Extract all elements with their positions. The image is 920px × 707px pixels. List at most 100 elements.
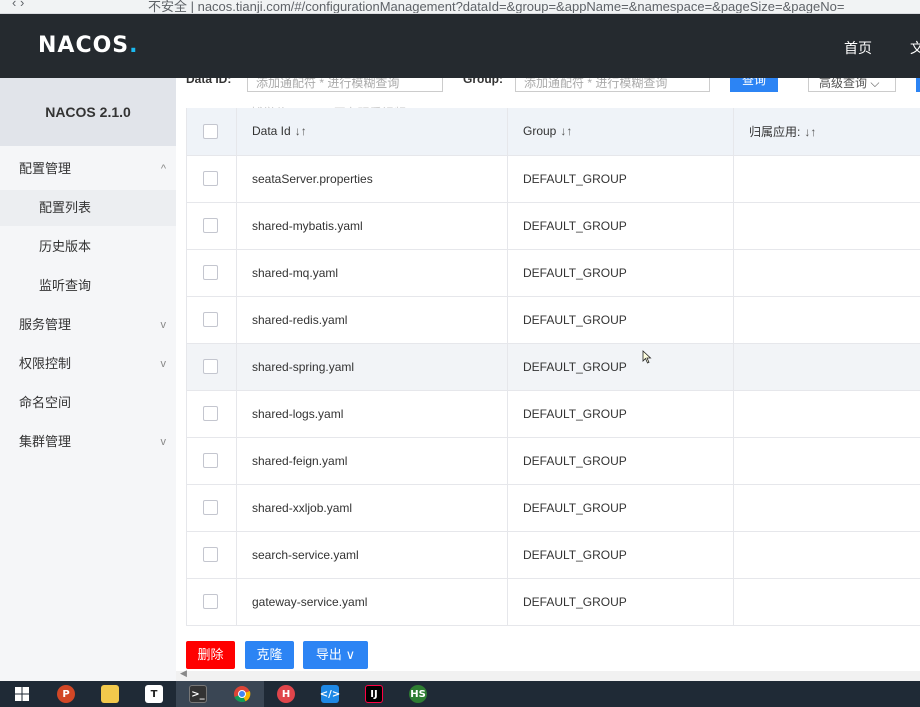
nav-docs[interactable]: 文 bbox=[910, 38, 920, 58]
main-content: Data ID: 添加通配符 * 进行模糊查询 Group: 添加通配符 * 进… bbox=[176, 78, 920, 681]
browser-toolbar: ‹ › 不安全 | nacos.tianji.com/#/configurati… bbox=[0, 0, 920, 14]
column-header-group[interactable]: Group ↓↑ bbox=[507, 108, 734, 156]
clone-button[interactable]: 克隆 bbox=[245, 641, 294, 669]
row-checkbox[interactable] bbox=[203, 500, 218, 516]
table-row[interactable]: shared-logs.yaml DEFAULT_GROUP bbox=[186, 390, 920, 438]
cell-app bbox=[733, 343, 920, 391]
table-row[interactable]: shared-redis.yaml DEFAULT_GROUP bbox=[186, 296, 920, 344]
cell-app bbox=[733, 249, 920, 297]
nacos-logo[interactable]: NACOS. bbox=[38, 33, 139, 59]
search-bar: Data ID: 添加通配符 * 进行模糊查询 Group: 添加通配符 * 进… bbox=[176, 78, 920, 95]
row-checkbox[interactable] bbox=[203, 171, 218, 187]
cell-dataid: shared-mq.yaml bbox=[236, 249, 508, 297]
os-taskbar: P T >_ H </> IJ HS bbox=[0, 681, 920, 707]
table-row[interactable]: shared-xxljob.yaml DEFAULT_GROUP bbox=[186, 484, 920, 532]
chevron-down-icon: v bbox=[160, 358, 167, 370]
row-checkbox[interactable] bbox=[203, 359, 218, 375]
cell-app bbox=[733, 437, 920, 485]
cell-group: DEFAULT_GROUP bbox=[507, 531, 734, 579]
sidebar-item-history[interactable]: 历史版本 bbox=[0, 229, 176, 265]
table-row[interactable]: shared-spring.yaml DEFAULT_GROUP bbox=[186, 343, 920, 391]
row-checkbox[interactable] bbox=[203, 218, 218, 234]
cell-dataid: seataServer.properties bbox=[236, 155, 508, 203]
hs-tool-icon[interactable]: HS bbox=[396, 681, 440, 707]
row-checkbox[interactable] bbox=[203, 265, 218, 281]
sidebar-item-namespace[interactable]: 命名空间 bbox=[0, 385, 176, 421]
sidebar-item-config-management[interactable]: 配置管理 ^ bbox=[0, 151, 176, 187]
cell-dataid: gateway-service.yaml bbox=[236, 578, 508, 626]
config-table: Data Id ↓↑ Group ↓↑ 归属应用: ↓↑ seataServer.pr… bbox=[186, 108, 920, 626]
cell-group: DEFAULT_GROUP bbox=[507, 202, 734, 250]
table-header-row: Data Id ↓↑ Group ↓↑ 归属应用: ↓↑ bbox=[186, 108, 920, 156]
dataid-input[interactable]: 添加通配符 * 进行模糊查询 bbox=[247, 78, 443, 92]
hbuilder-icon[interactable]: H bbox=[264, 681, 308, 707]
cell-group: DEFAULT_GROUP bbox=[507, 437, 734, 485]
chevron-up-icon: ^ bbox=[160, 163, 166, 175]
delete-button[interactable]: 删除 bbox=[186, 641, 235, 669]
table-row[interactable]: shared-mybatis.yaml DEFAULT_GROUP bbox=[186, 202, 920, 250]
sidebar-item-config-list[interactable]: 配置列表 bbox=[0, 190, 176, 226]
chrome-icon[interactable] bbox=[220, 681, 264, 707]
column-header-app[interactable]: 归属应用: ↓↑ bbox=[733, 108, 920, 156]
column-header-dataid[interactable]: Data Id ↓↑ bbox=[236, 108, 508, 156]
advanced-query-button[interactable]: 高级查询 ⌵ bbox=[808, 78, 896, 92]
nav-home[interactable]: 首页 bbox=[844, 38, 872, 58]
cell-dataid: shared-feign.yaml bbox=[236, 437, 508, 485]
row-checkbox[interactable] bbox=[203, 453, 218, 469]
sort-icon[interactable]: ↓↑ bbox=[295, 124, 307, 138]
export-button[interactable]: 导出 ∨ bbox=[303, 641, 368, 669]
sidebar-item-listener-query[interactable]: 监听查询 bbox=[0, 268, 176, 304]
cell-app bbox=[733, 296, 920, 344]
mouse-cursor-icon bbox=[642, 350, 652, 364]
row-checkbox[interactable] bbox=[203, 594, 218, 610]
cell-dataid: shared-xxljob.yaml bbox=[236, 484, 508, 532]
cell-app bbox=[733, 531, 920, 579]
browser-nav-arrows[interactable]: ‹ › bbox=[12, 0, 24, 10]
sidebar-item-cluster-management[interactable]: 集群管理 v bbox=[0, 424, 176, 460]
cell-dataid: search-service.yaml bbox=[236, 531, 508, 579]
cell-dataid: shared-redis.yaml bbox=[236, 296, 508, 344]
cell-group: DEFAULT_GROUP bbox=[507, 484, 734, 532]
chevron-down-icon: v bbox=[160, 436, 167, 448]
file-explorer-icon[interactable] bbox=[88, 681, 132, 707]
group-label: Group: bbox=[463, 78, 503, 86]
cell-dataid: shared-spring.yaml bbox=[236, 343, 508, 391]
cell-app bbox=[733, 390, 920, 438]
add-config-button[interactable] bbox=[916, 78, 920, 92]
row-checkbox[interactable] bbox=[203, 312, 218, 328]
select-all-checkbox[interactable] bbox=[203, 123, 218, 139]
table-row[interactable]: shared-feign.yaml DEFAULT_GROUP bbox=[186, 437, 920, 485]
table-row[interactable]: shared-mq.yaml DEFAULT_GROUP bbox=[186, 249, 920, 297]
address-bar[interactable]: 不安全 | nacos.tianji.com/#/configurationMa… bbox=[148, 0, 844, 13]
chevron-down-icon: ∨ bbox=[345, 647, 356, 662]
terminal-icon[interactable]: >_ bbox=[176, 681, 220, 707]
cell-group: DEFAULT_GROUP bbox=[507, 155, 734, 203]
row-checkbox[interactable] bbox=[203, 547, 218, 563]
intellij-idea-icon[interactable]: IJ bbox=[352, 681, 396, 707]
row-checkbox[interactable] bbox=[203, 406, 218, 422]
powerpoint-icon[interactable]: P bbox=[44, 681, 88, 707]
chevron-down-icon: ⌵ bbox=[870, 78, 880, 90]
horizontal-scrollbar[interactable]: ◀ bbox=[176, 668, 920, 681]
sidebar-item-service-management[interactable]: 服务管理 v bbox=[0, 307, 176, 343]
sidebar-item-access-control[interactable]: 权限控制 v bbox=[0, 346, 176, 382]
query-button[interactable]: 查询 bbox=[730, 78, 778, 92]
table-row[interactable]: seataServer.properties DEFAULT_GROUP bbox=[186, 155, 920, 203]
group-input[interactable]: 添加通配符 * 进行模糊查询 bbox=[515, 78, 710, 92]
sidebar: NACOS 2.1.0 配置管理 ^ 配置列表 历史版本 监听查询 服务管理 v 权… bbox=[0, 78, 176, 681]
typora-icon[interactable]: T bbox=[132, 681, 176, 707]
sort-icon[interactable]: ↓↑ bbox=[804, 125, 816, 139]
version-title: NACOS 2.1.0 bbox=[0, 78, 176, 146]
cell-group: DEFAULT_GROUP bbox=[507, 390, 734, 438]
cell-dataid: shared-mybatis.yaml bbox=[236, 202, 508, 250]
cell-app bbox=[733, 578, 920, 626]
table-row[interactable]: gateway-service.yaml DEFAULT_GROUP bbox=[186, 578, 920, 626]
table-row[interactable]: search-service.yaml DEFAULT_GROUP bbox=[186, 531, 920, 579]
sort-icon[interactable]: ↓↑ bbox=[560, 124, 572, 138]
vscode-icon[interactable]: </> bbox=[308, 681, 352, 707]
dataid-label: Data ID: bbox=[186, 78, 232, 86]
windows-start-icon[interactable] bbox=[0, 681, 44, 707]
scroll-left-icon[interactable]: ◀ bbox=[180, 668, 187, 679]
cell-dataid: shared-logs.yaml bbox=[236, 390, 508, 438]
cell-group: DEFAULT_GROUP bbox=[507, 296, 734, 344]
